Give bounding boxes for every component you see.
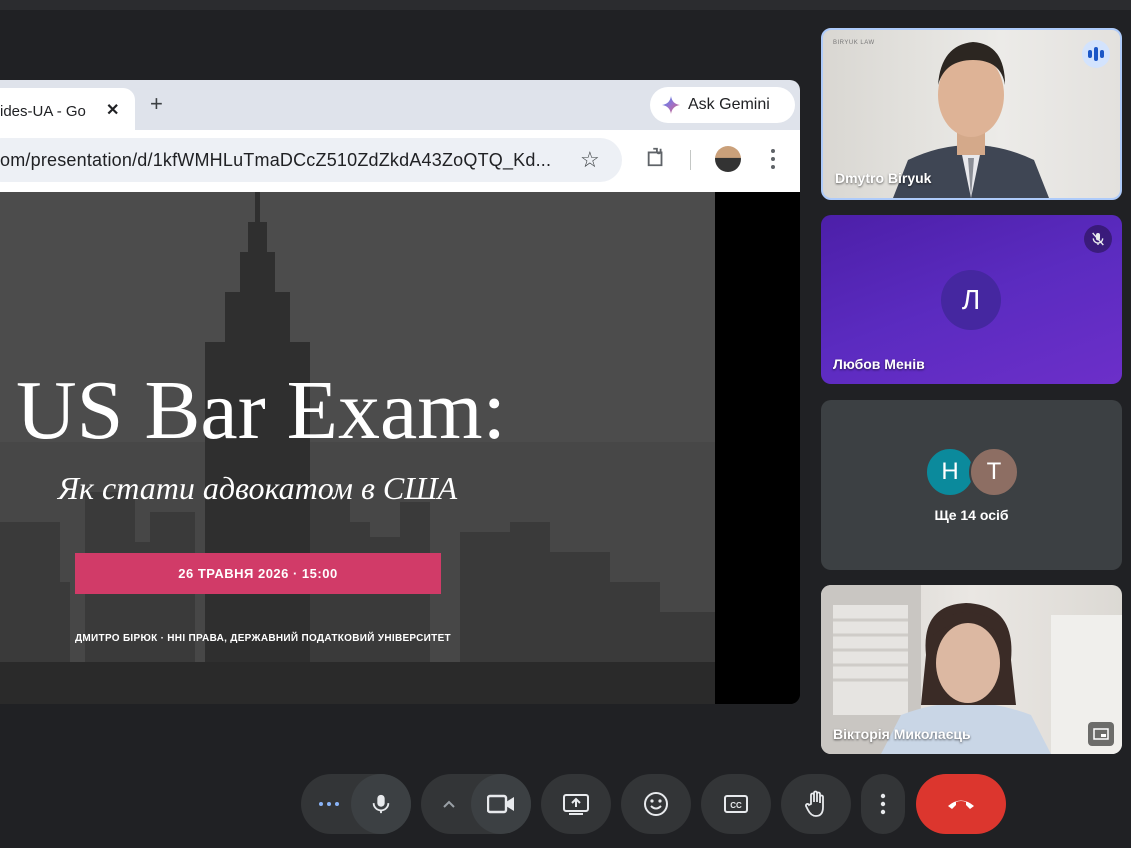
more-options-button[interactable] — [861, 774, 905, 834]
camera-control-group — [421, 774, 531, 834]
phone-hangup-icon — [948, 800, 974, 809]
camera-button[interactable] — [471, 774, 531, 834]
top-strip — [0, 0, 1131, 10]
participant-tile-viktoriya[interactable]: Вікторія Миколаєць — [821, 585, 1122, 754]
mic-control-group — [301, 774, 411, 834]
raise-hand-button[interactable] — [781, 774, 851, 834]
participant-name: Любов Менів — [833, 356, 925, 372]
slide-author: ДМИТРО БІРЮК · ННІ ПРАВА, ДЕРЖАВНИЙ ПОДА… — [75, 633, 451, 644]
browser-tab-bar: ides-UA - Go ✕ + Ask Gemini — [0, 80, 800, 130]
slide-title: US Bar Exam: — [16, 364, 506, 457]
more-video-options-button[interactable] — [421, 774, 476, 834]
star-icon[interactable]: ☆ — [580, 147, 600, 173]
closed-captions-icon: CC — [724, 795, 748, 813]
video-camera-icon — [487, 794, 514, 814]
close-icon[interactable]: ✕ — [106, 100, 119, 120]
slide-subtitle: Як стати адвокатом в США — [58, 470, 458, 506]
kebab-menu-icon — [880, 793, 886, 815]
presentation-slide: US Bar Exam: Як стати адвокатом в США 26… — [0, 192, 715, 704]
participant-name: Вікторія Миколаєць — [833, 726, 971, 742]
slide-date: 26 ТРАВНЯ 2026 · 15:00 — [178, 566, 338, 581]
svg-text:CC: CC — [730, 801, 742, 810]
address-bar[interactable]: om/presentation/d/1kfWMHLuTmaDCcZ510ZdZk… — [0, 138, 622, 182]
mic-off-icon — [1084, 225, 1112, 253]
more-audio-options-button[interactable] — [301, 774, 356, 834]
chevron-up-icon — [442, 800, 455, 808]
browser-menu-icon[interactable] — [765, 145, 781, 173]
emoji-icon — [644, 792, 668, 816]
tab-title: ides-UA - Go — [0, 103, 86, 120]
speaking-indicator-icon — [1082, 40, 1110, 68]
hand-icon — [805, 790, 824, 817]
url-text: om/presentation/d/1kfWMHLuTmaDCcZ510ZdZk… — [0, 150, 552, 170]
leave-call-button[interactable] — [916, 774, 1006, 834]
reactions-button[interactable] — [621, 774, 691, 834]
more-participants-tile[interactable]: Н Т Ще 14 осіб — [821, 400, 1122, 570]
participant-tile-dmytro[interactable]: BIRYUK LAW Dmytro Biryuk — [821, 28, 1122, 200]
present-screen-button[interactable] — [541, 774, 611, 834]
new-tab-icon[interactable]: + — [150, 91, 163, 117]
mic-button[interactable] — [351, 774, 411, 834]
avatar: Т — [969, 447, 1019, 497]
gemini-icon — [662, 96, 680, 114]
present-screen-icon — [563, 794, 589, 815]
shared-browser-window: ides-UA - Go ✕ + Ask Gemini om/presentat… — [0, 80, 800, 704]
browser-toolbar: om/presentation/d/1kfWMHLuTmaDCcZ510ZdZk… — [0, 130, 800, 192]
ask-gemini-label: Ask Gemini — [688, 96, 770, 113]
browser-tab[interactable]: ides-UA - Go ✕ — [0, 88, 135, 130]
profile-avatar[interactable] — [715, 146, 741, 172]
slide-letterbox — [715, 192, 800, 704]
participant-name: Dmytro Biryuk — [835, 170, 932, 186]
ask-gemini-button[interactable]: Ask Gemini — [650, 87, 795, 123]
avatar: Л — [941, 270, 1001, 330]
extensions-icon[interactable] — [645, 146, 667, 168]
microphone-icon — [372, 794, 390, 814]
picture-in-picture-icon[interactable] — [1088, 722, 1114, 746]
toolbar-separator — [690, 150, 691, 170]
avatar: Н — [925, 447, 975, 497]
participant-tile-lyubov[interactable]: Л Любов Менів — [821, 215, 1122, 384]
captions-button[interactable]: CC — [701, 774, 771, 834]
slide-date-banner: 26 ТРАВНЯ 2026 · 15:00 — [75, 553, 441, 594]
ellipsis-icon — [318, 802, 339, 806]
more-participants-count: Ще 14 осіб — [934, 507, 1009, 523]
